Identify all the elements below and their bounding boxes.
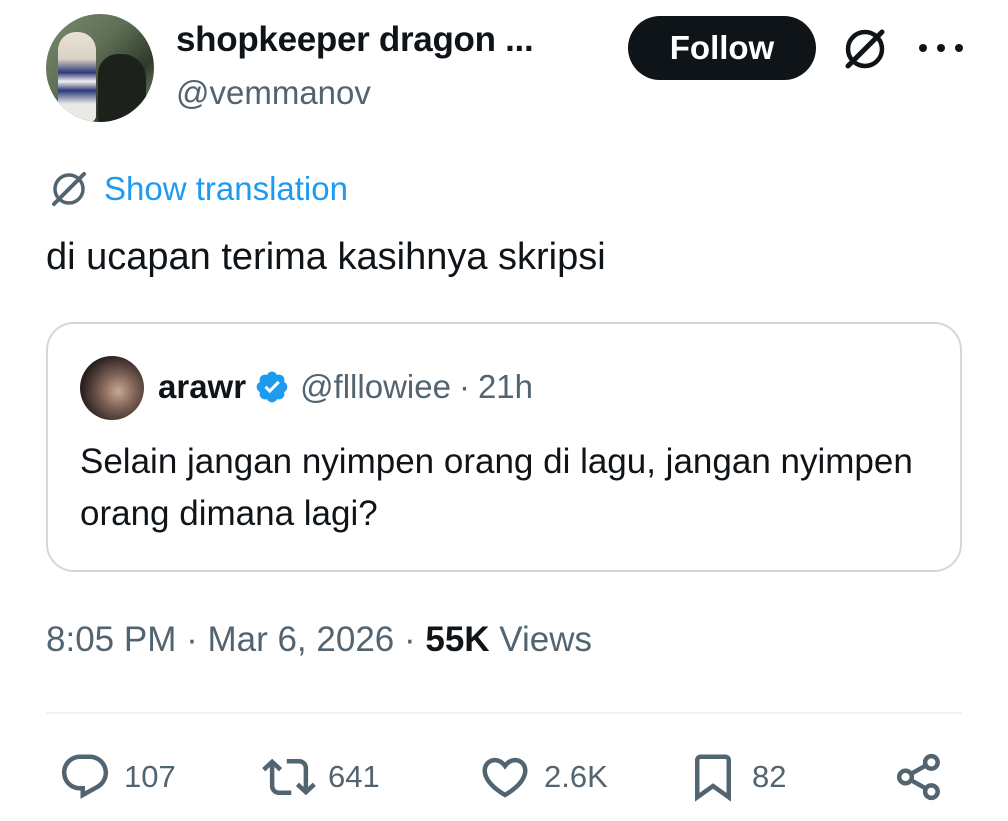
- author-avatar[interactable]: [46, 14, 154, 122]
- quoted-tweet-card[interactable]: arawr @flllowiee · 21h Selain jangan nyi…: [46, 322, 962, 572]
- share-button[interactable]: [892, 750, 946, 804]
- like-count: 2.6K: [544, 759, 608, 794]
- repost-button[interactable]: 641: [262, 750, 380, 804]
- tweet-text: di ucapan terima kasihnya skripsi: [46, 236, 606, 278]
- like-button[interactable]: 2.6K: [478, 750, 608, 804]
- views-label: Views: [489, 620, 593, 659]
- tweet-time[interactable]: 8:05 PM: [46, 620, 176, 659]
- reply-icon: [61, 754, 109, 799]
- views-count: 55K: [425, 620, 490, 659]
- bookmark-icon: [695, 754, 731, 802]
- repost-icon: [262, 758, 316, 796]
- quoted-separator: ·: [458, 368, 470, 405]
- share-icon: [896, 753, 940, 801]
- more-icon[interactable]: [914, 38, 968, 58]
- reply-count: 107: [124, 759, 176, 794]
- author-handle[interactable]: @vemmanov: [176, 74, 371, 112]
- quoted-author-name: arawr: [158, 368, 247, 405]
- bookmark-count: 82: [752, 759, 787, 794]
- reply-button[interactable]: 107: [58, 750, 176, 804]
- divider: [46, 712, 962, 714]
- tweet-meta: 8:05 PM · Mar 6, 2026 · 55K Views: [46, 620, 592, 660]
- quoted-author-handle: @flllowiee: [300, 368, 451, 405]
- grok-icon[interactable]: [838, 22, 892, 76]
- avatar-figure-2: [98, 54, 146, 122]
- bookmark-button[interactable]: 82: [686, 750, 786, 804]
- verified-badge-icon: [256, 371, 288, 403]
- show-translation-link[interactable]: Show translation: [104, 170, 348, 208]
- author-name[interactable]: shopkeeper dragon ...: [176, 20, 534, 60]
- follow-button[interactable]: Follow: [628, 16, 816, 80]
- heart-icon: [482, 757, 528, 798]
- quoted-author-avatar[interactable]: [80, 356, 144, 420]
- tweet-date[interactable]: Mar 6, 2026: [207, 620, 394, 659]
- quoted-tweet-time: 21h: [477, 368, 534, 405]
- quoted-tweet-header: arawr @flllowiee · 21h: [158, 368, 533, 406]
- avatar-figure-1: [58, 32, 96, 122]
- meta-separator: ·: [394, 620, 426, 659]
- quoted-tweet-text: Selain jangan nyimpen orang di lagu, jan…: [80, 442, 913, 533]
- repost-count: 641: [328, 759, 380, 794]
- translate-icon: [52, 172, 86, 206]
- translation-row[interactable]: Show translation: [46, 166, 348, 212]
- meta-separator: ·: [176, 620, 208, 659]
